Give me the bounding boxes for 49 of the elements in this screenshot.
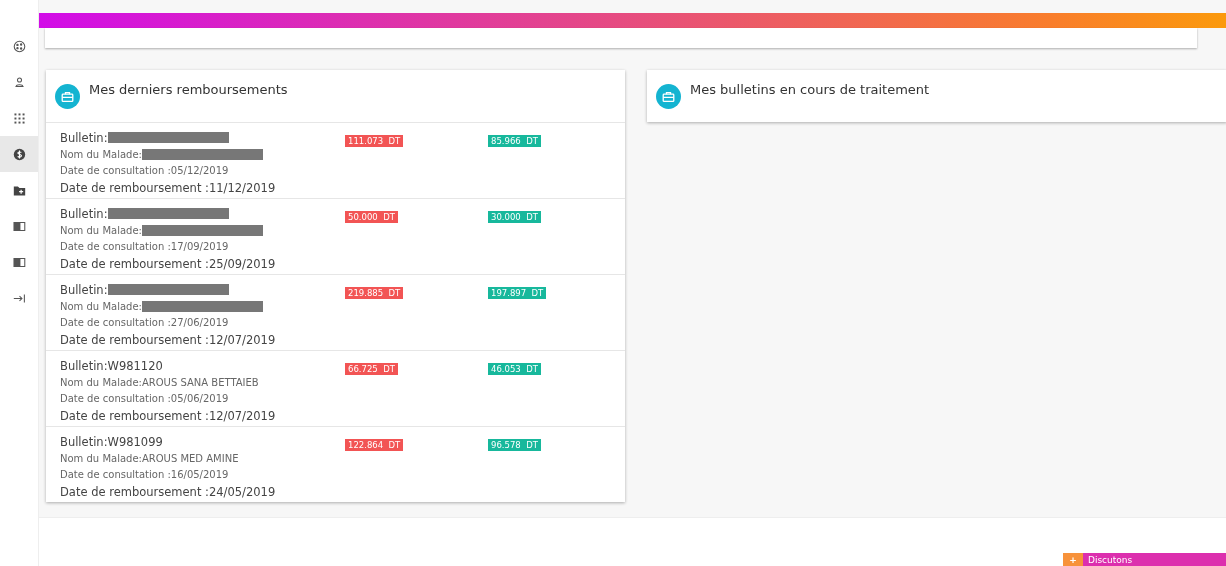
refund-badge: 197.897 DT xyxy=(488,287,547,299)
field-label: Bulletin: xyxy=(60,282,108,297)
card-title: Mes derniers remboursements xyxy=(89,82,288,97)
briefcase-icon xyxy=(55,84,80,109)
consultation-date: Date de consultation :17/09/2019 xyxy=(60,240,230,254)
sidebar-item[interactable] xyxy=(0,136,38,172)
field-label: Nom du Malade: xyxy=(60,453,142,464)
amount-badge: 111.073 DT xyxy=(345,135,404,147)
refund-badge: 30.000 DT xyxy=(488,211,541,223)
field-value: W981120 xyxy=(107,358,163,373)
card-title: Mes bulletins en cours de traitement xyxy=(690,82,930,97)
field-label: Nom du Malade: xyxy=(60,301,142,312)
field-label: Bulletin: xyxy=(60,358,108,373)
refund-badge: 85.966 DT xyxy=(488,135,541,147)
field-label: Bulletin: xyxy=(60,130,108,145)
folder-plus-icon xyxy=(12,183,26,197)
user-icon xyxy=(12,75,26,89)
briefcase-icon xyxy=(656,84,681,109)
field-label: Nom du Malade: xyxy=(60,377,142,388)
refund-badge: 96.578 DT xyxy=(488,439,541,451)
reimbursement-date: Date de remboursement :12/07/2019 xyxy=(60,331,277,348)
palette-icon xyxy=(12,39,26,53)
field-label: Bulletin: xyxy=(60,206,108,221)
book-icon xyxy=(12,219,26,233)
dollar-icon xyxy=(12,147,26,161)
refund-badge: 46.053 DT xyxy=(488,363,541,375)
amount-badge: 219.885 DT xyxy=(345,287,404,299)
consultation-date: Date de consultation :05/12/2019 xyxy=(60,164,230,178)
chat-button[interactable]: + Discutons xyxy=(1063,553,1226,566)
amount-badge: 122.864 DT xyxy=(345,439,404,451)
reimbursement-date: Date de remboursement :24/05/2019 xyxy=(60,483,277,500)
consultation-date: Date de consultation :27/06/2019 xyxy=(60,316,230,330)
reimbursement-date: Date de remboursement :12/07/2019 xyxy=(60,407,277,424)
consultation-date: Date de consultation :05/06/2019 xyxy=(60,392,230,406)
field-label: Bulletin: xyxy=(60,434,108,449)
consultation-date: Date de consultation :16/05/2019 xyxy=(60,468,230,482)
grid-icon xyxy=(12,111,26,125)
reimbursement-date: Date de remboursement :25/09/2019 xyxy=(60,255,277,272)
exit-arrow-icon xyxy=(12,291,26,305)
amount-badge: 50.000 DT xyxy=(345,211,398,223)
book-icon xyxy=(12,255,26,269)
field-value: W981099 xyxy=(107,434,163,449)
amount-badge: 66.725 DT xyxy=(345,363,398,375)
field-label: Nom du Malade: xyxy=(60,149,142,160)
field-value: AROUS SANA BETTAIEB xyxy=(141,377,259,388)
reimbursement-date: Date de remboursement :11/12/2019 xyxy=(60,179,277,196)
field-label: Nom du Malade: xyxy=(60,225,142,236)
plus-icon: + xyxy=(1063,553,1083,566)
field-value: AROUS MED AMINE xyxy=(141,453,239,464)
